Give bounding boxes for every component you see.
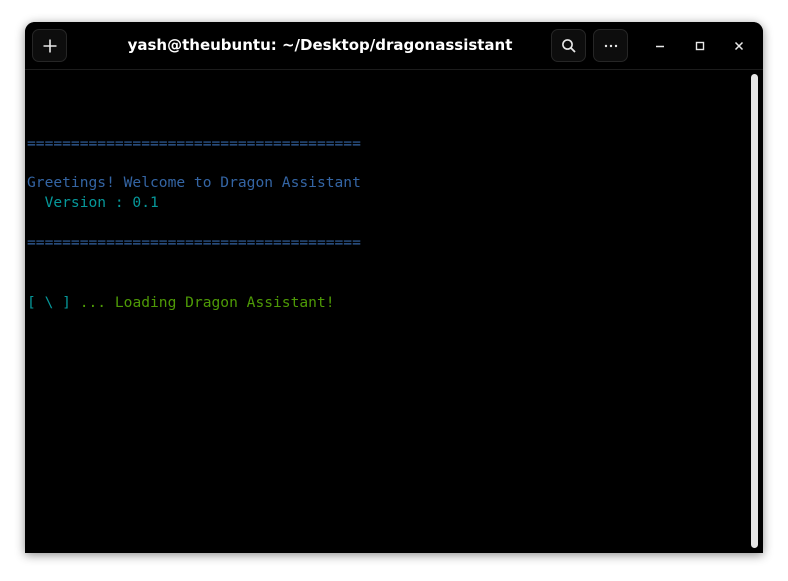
minimize-icon (656, 45, 664, 48)
scrollbar[interactable] (751, 74, 758, 548)
loading-text: ... Loading Dragon Assistant! (70, 294, 335, 311)
terminal-window: yash@theubuntu: ~/Desktop/dragonassistan… (25, 22, 763, 553)
maximize-icon (695, 41, 705, 51)
menu-button[interactable] (593, 29, 628, 62)
search-icon (561, 38, 576, 53)
spinner-text: [ \ ] (27, 294, 71, 311)
greeting-text: Greetings! Welcome to Dragon Assistant (27, 174, 361, 191)
loading-line: [ \ ] ... Loading Dragon Assistant! (27, 293, 335, 313)
version-text: Version : 0.1 (27, 194, 159, 211)
minimize-button[interactable] (645, 31, 675, 61)
title-bar: yash@theubuntu: ~/Desktop/dragonassistan… (25, 22, 763, 70)
plus-icon (43, 39, 56, 52)
terminal-output[interactable]: ====================================== G… (27, 70, 745, 553)
maximize-button[interactable] (685, 31, 715, 61)
new-tab-button[interactable] (32, 29, 67, 62)
window-title: yash@theubuntu: ~/Desktop/dragonassistan… (127, 36, 513, 54)
separator-bottom: ====================================== (27, 234, 361, 251)
separator-top: ====================================== (27, 135, 361, 152)
search-button[interactable] (551, 29, 586, 62)
close-icon (734, 41, 744, 51)
close-button[interactable] (724, 31, 754, 61)
ellipsis-icon (604, 44, 617, 47)
